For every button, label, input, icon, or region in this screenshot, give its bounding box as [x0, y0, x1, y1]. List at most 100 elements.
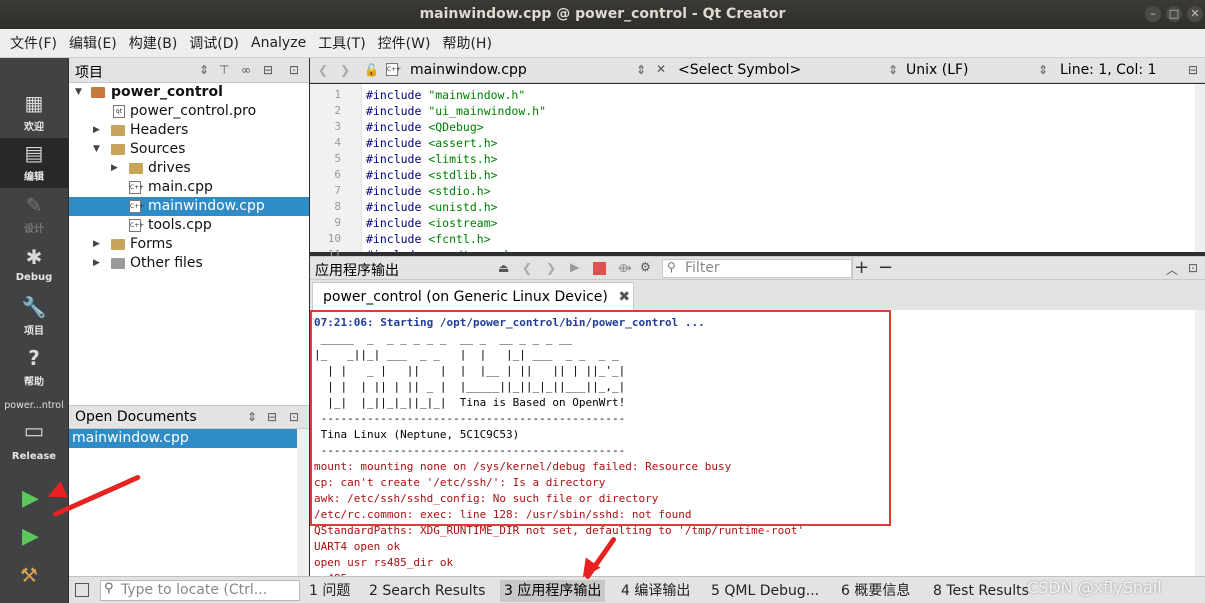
editor-file-combo[interactable]: mainwindow.cpp — [410, 62, 527, 78]
clear-icon[interactable]: ⏏ — [498, 261, 509, 275]
mode-help[interactable]: ? 帮助 — [0, 343, 68, 393]
code-include-target: <stdlib.h> — [428, 168, 498, 182]
mode-edit[interactable]: ▤ 编辑 — [0, 138, 68, 188]
menu-help[interactable]: 帮助(H) — [436, 33, 497, 53]
toggle-sidebar-icon[interactable] — [75, 583, 89, 597]
line-number: 9 — [334, 216, 341, 229]
collapsed-arrow-icon: ▶ — [93, 258, 100, 268]
open-document-item[interactable]: mainwindow.cpp — [69, 429, 297, 448]
maximize-pane-icon[interactable]: ︿ — [1166, 261, 1178, 278]
mode-projects[interactable]: 🔧 项目 — [0, 292, 68, 342]
menu-build[interactable]: 构建(B) — [123, 33, 184, 53]
menubar: 文件(F) 编辑(E) 构建(B) 调试(D) Analyze 工具(T) 控件… — [0, 29, 1205, 58]
code-editor[interactable]: #include "mainwindow.h" #include "ui_main… — [362, 84, 1195, 252]
forward-icon[interactable]: ❯ — [340, 63, 350, 77]
status-tab-search-results[interactable]: 2 Search Results — [369, 580, 485, 602]
mode-welcome[interactable]: ▦ 欢迎 — [0, 88, 68, 138]
kit-selector[interactable]: ▭ Release — [0, 416, 68, 466]
close-panel-icon[interactable]: ⊡ — [289, 410, 299, 424]
menu-tools[interactable]: 工具(T) — [312, 33, 371, 53]
tree-item-sources[interactable]: ▼ Sources — [69, 140, 309, 159]
menu-debug[interactable]: 调试(D) — [183, 33, 245, 53]
tree-item-headers[interactable]: ▶ Headers — [69, 121, 309, 140]
code-keyword: #include — [366, 120, 429, 134]
menu-edit[interactable]: 编辑(E) — [63, 33, 123, 53]
collapsed-arrow-icon: ▶ — [93, 239, 100, 249]
updown-icon[interactable]: ⇕ — [888, 63, 898, 77]
close-panel-icon[interactable]: ⊡ — [289, 63, 299, 77]
open-documents-header: Open Documents ⇕ ⊟ ⊡ — [69, 405, 309, 429]
back-icon[interactable]: ❮ — [318, 63, 328, 77]
output-line: UART4 open ok — [314, 540, 401, 553]
tree-item-other-files[interactable]: ▶ Other files — [69, 254, 309, 273]
code-keyword: #include — [366, 184, 429, 198]
next-icon[interactable]: ❯ — [546, 261, 556, 275]
project-icon — [91, 87, 105, 98]
rerun-icon[interactable]: ▶ — [570, 260, 579, 274]
split-icon[interactable]: ⊟ — [263, 63, 273, 77]
close-pane-icon[interactable]: ⊡ — [1188, 261, 1198, 275]
settings-icon[interactable]: ⚙ — [640, 260, 651, 274]
scrollbar[interactable] — [297, 429, 309, 576]
cpp-file-icon: C++ — [386, 63, 401, 76]
tree-item-root[interactable]: ▼ power_control — [69, 83, 309, 102]
tree-item-drives[interactable]: ▶ drives — [69, 159, 309, 178]
output-statusbar: ⚲ Type to locate (Ctrl... 1 问题 2 Search … — [69, 576, 1205, 603]
add-icon[interactable]: + — [854, 257, 869, 278]
code-keyword: #include — [366, 232, 429, 246]
split-icon[interactable]: ⊟ — [1188, 63, 1198, 77]
code-line: #include <limits.h> — [366, 152, 498, 166]
filter-input[interactable]: ⚲ Filter — [662, 259, 852, 278]
close-window-button[interactable]: ✕ — [1187, 6, 1203, 22]
filter-icon[interactable]: ⊤ — [219, 63, 229, 77]
stop-icon[interactable] — [593, 262, 606, 275]
expanded-arrow-icon: ▼ — [75, 87, 82, 97]
attach-icon[interactable]: ⟴ — [618, 261, 632, 275]
menu-analyze[interactable]: Analyze — [245, 35, 312, 51]
pencil-icon: ✎ — [25, 193, 43, 217]
status-tab-general-messages[interactable]: 6 概要信息 — [841, 580, 910, 602]
menu-widgets[interactable]: 控件(W) — [372, 33, 437, 53]
code-keyword: #include — [366, 248, 428, 252]
menu-file[interactable]: 文件(F) — [4, 33, 63, 53]
output-scrollbar[interactable] — [1195, 310, 1205, 576]
close-tab-icon[interactable]: ✖ — [618, 289, 630, 305]
run-button[interactable]: ▶ — [22, 486, 39, 511]
tree-item-forms[interactable]: ▶ Forms — [69, 235, 309, 254]
updown-icon[interactable]: ⇕ — [247, 410, 257, 424]
line-number: 2 — [334, 104, 341, 117]
symbol-combo[interactable]: <Select Symbol> — [678, 62, 801, 78]
output-tab[interactable]: power_control (on Generic Linux Device) … — [312, 282, 634, 310]
tree-item-pro[interactable]: qt power_control.pro — [69, 102, 309, 121]
minimize-button[interactable]: – — [1145, 6, 1161, 22]
minus-icon[interactable]: − — [878, 257, 893, 278]
status-tab-app-output[interactable]: 3 应用程序输出 — [500, 580, 606, 602]
mode-design[interactable]: ✎ 设计 — [0, 190, 68, 240]
split-icon[interactable]: ⊟ — [267, 410, 277, 424]
editor-scrollbar[interactable] — [1195, 84, 1205, 252]
code-include-target: <assert.h> — [428, 136, 498, 150]
maximize-button[interactable]: □ — [1166, 6, 1182, 22]
debug-run-button[interactable]: ▶ — [22, 524, 39, 549]
line-ending-combo[interactable]: Unix (LF) — [906, 62, 969, 78]
tree-item-tools-cpp[interactable]: C++ tools.cpp — [69, 216, 309, 235]
updown-icon[interactable]: ⇕ — [1038, 63, 1048, 77]
updown-icon[interactable]: ⇕ — [636, 63, 646, 77]
status-tab-test-results[interactable]: 8 Test Results — [933, 580, 1029, 602]
status-tab-qml-debug[interactable]: 5 QML Debug... — [711, 580, 819, 602]
build-hammer-button[interactable]: ⚒ — [20, 563, 38, 587]
link-icon[interactable]: ∞ — [241, 63, 251, 77]
mode-debug[interactable]: ✱ Debug — [0, 242, 68, 292]
status-tab-issues[interactable]: 1 问题 — [309, 580, 350, 602]
tree-item-main-cpp[interactable]: C++ main.cpp — [69, 178, 309, 197]
locate-input[interactable]: ⚲ Type to locate (Ctrl... — [100, 580, 300, 601]
status-tab-compile-output[interactable]: 4 编译输出 — [621, 580, 690, 602]
line-number: 4 — [334, 136, 341, 149]
code-keyword: #include — [366, 168, 429, 182]
tree-item-mainwindow-cpp[interactable]: C++ mainwindow.cpp — [69, 197, 309, 216]
updown-icon[interactable]: ⇕ — [199, 63, 209, 77]
code-line: #include <fcntl.h> — [366, 232, 491, 246]
cursor-position[interactable]: Line: 1, Col: 1 — [1060, 62, 1156, 78]
prev-icon[interactable]: ❮ — [522, 261, 532, 275]
close-document-icon[interactable]: ✕ — [656, 62, 666, 76]
